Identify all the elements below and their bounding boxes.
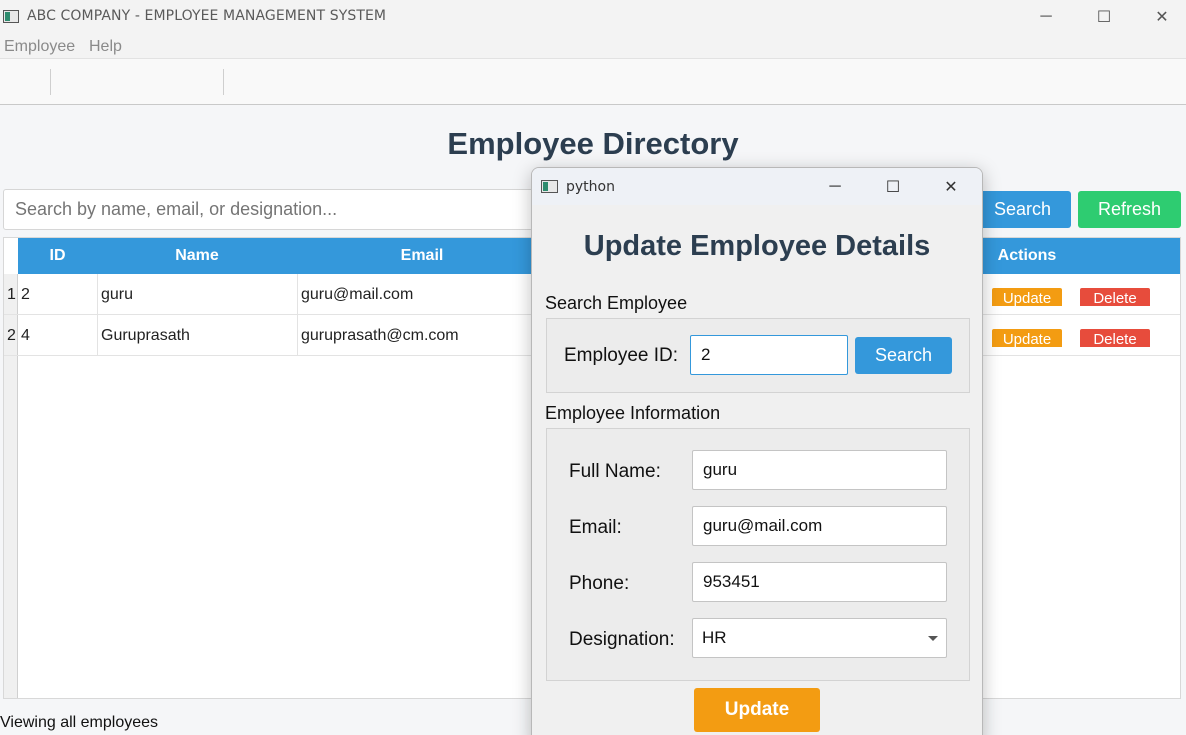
app-icon [3,10,19,23]
main-titlebar: ABC COMPANY - EMPLOYEE MANAGEMENT SYSTEM… [0,0,1186,33]
phone-input[interactable] [692,562,947,602]
column-header-actions[interactable]: Actions [968,247,1086,265]
row-update-button[interactable]: Update [992,288,1062,306]
row-delete-button[interactable]: Delete [1080,329,1150,347]
email-label: Email: [569,517,622,538]
cell-divider [297,274,298,315]
close-icon[interactable]: ✕ [1133,0,1186,33]
designation-select[interactable]: HR [692,618,947,658]
column-header-id[interactable]: ID [18,247,97,265]
cell-name: Guruprasath [101,327,190,344]
search-input[interactable] [3,189,543,230]
dialog-minimize-icon[interactable]: ─ [806,168,864,205]
search-employee-group: Employee ID: Search [546,318,970,393]
designation-label: Designation: [569,629,675,650]
row-number: 2 [7,327,16,344]
row-delete-button[interactable]: Delete [1080,288,1150,306]
dialog-close-icon[interactable]: ✕ [922,168,980,205]
dialog-app-icon [541,180,558,193]
toolbar [0,59,1186,105]
cell-divider [97,315,98,356]
column-header-email[interactable]: Email [297,247,547,265]
toolbar-separator [223,69,224,95]
refresh-button[interactable]: Refresh [1078,191,1181,228]
employee-id-label: Employee ID: [564,345,679,366]
status-text: Viewing all employees [0,714,159,731]
chevron-down-icon [928,636,938,641]
search-button[interactable]: Search [974,191,1071,228]
cell-id: 4 [21,327,30,344]
cell-email: guruprasath@cm.com [301,327,459,344]
page-title: Employee Directory [447,126,739,161]
update-employee-dialog: python ─ ☐ ✕ Update Employee Details Sea… [531,167,983,735]
employee-information-group: Full Name: Email: Phone: Designation: HR [546,428,970,681]
info-group-label: Employee Information [545,403,721,423]
email-input[interactable] [692,506,947,546]
menu-bar: Employee Help [0,33,1186,59]
dialog-titlebar: python ─ ☐ ✕ [532,168,982,205]
row-update-button[interactable]: Update [992,329,1062,347]
dialog-search-button[interactable]: Search [855,337,952,374]
search-group-label: Search Employee [545,293,688,313]
minimize-icon[interactable]: ─ [1017,0,1075,33]
menu-help[interactable]: Help [89,38,122,56]
row-number: 1 [7,286,16,303]
cell-name: guru [101,286,134,303]
menu-employee[interactable]: Employee [4,38,75,56]
dialog-maximize-icon[interactable]: ☐ [864,168,922,205]
full-name-input[interactable] [692,450,947,490]
column-header-name[interactable]: Name [97,247,297,265]
dialog-title: python [566,179,615,195]
update-button[interactable]: Update [694,688,820,732]
full-name-label: Full Name: [569,461,661,482]
toolbar-separator [50,69,51,95]
designation-value: HR [702,628,727,647]
cell-id: 2 [21,286,30,303]
dialog-heading: Update Employee Details [583,230,931,262]
cell-email: guru@mail.com [301,286,414,303]
cell-divider [297,315,298,356]
window-title: ABC COMPANY - EMPLOYEE MANAGEMENT SYSTEM [27,8,387,24]
phone-label: Phone: [569,573,630,594]
cell-divider [97,274,98,315]
maximize-icon[interactable]: ☐ [1075,0,1133,33]
employee-id-input[interactable] [690,335,848,375]
